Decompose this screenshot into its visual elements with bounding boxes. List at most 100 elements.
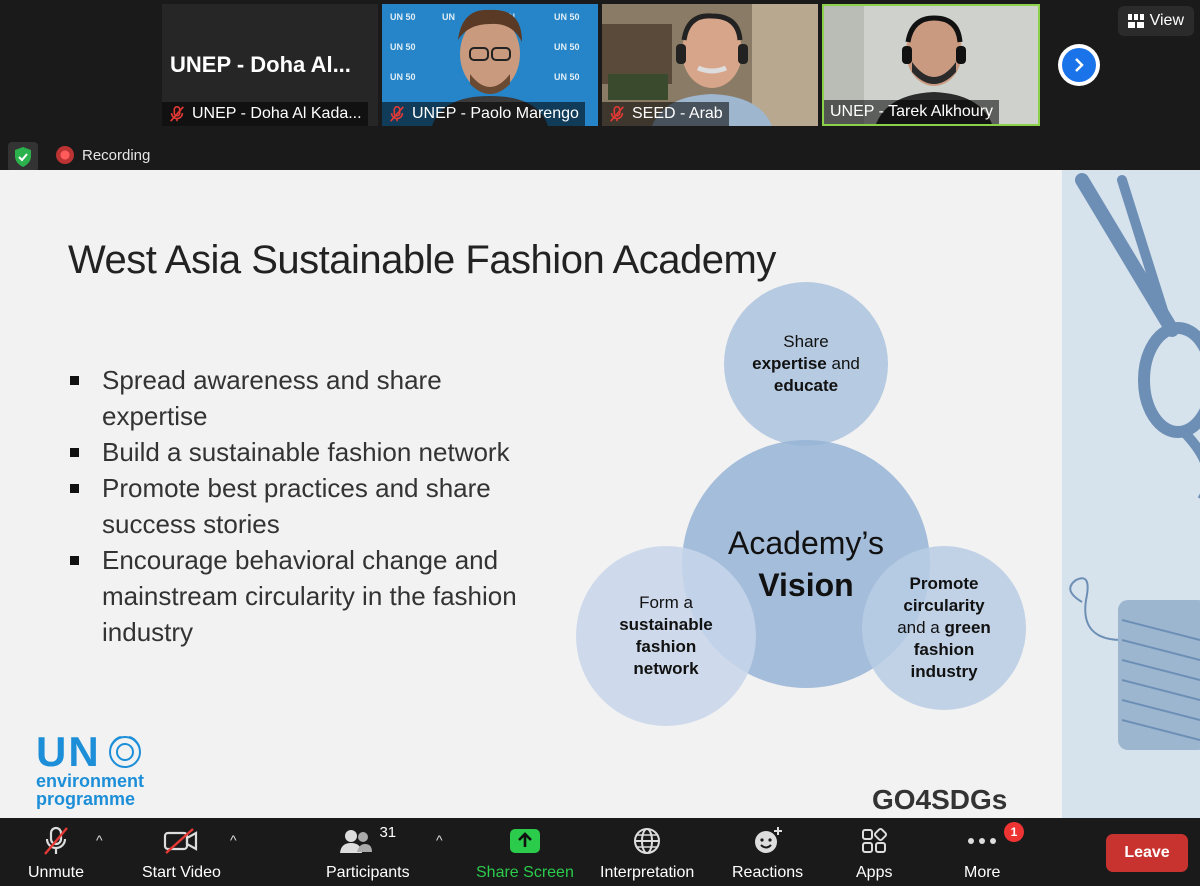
more-button[interactable]: More [964, 824, 1000, 882]
globe-icon [632, 824, 662, 858]
apps-label: Apps [856, 864, 893, 881]
leave-button[interactable]: Leave [1106, 834, 1188, 872]
apps-icon [860, 824, 888, 858]
video-off-icon [163, 824, 199, 858]
venn-text: and a [897, 618, 945, 637]
chevron-up-icon[interactable]: ^ [96, 832, 103, 848]
participant-tile[interactable]: UNEP - Doha Al... UNEP - Doha Al Kada... [162, 4, 378, 126]
participants-icon: 31 [339, 824, 396, 858]
view-label: View [1149, 12, 1184, 29]
bullet-item: Spread awareness and share expertise [68, 362, 548, 434]
venn-text: Share [783, 332, 829, 351]
venn-text-bold: fashion [635, 637, 697, 656]
svg-text:UN 50: UN 50 [554, 72, 580, 82]
venn-text-bold: circularity [903, 596, 985, 615]
view-button[interactable]: View [1117, 6, 1194, 36]
venn-text-bold: educate [773, 376, 839, 395]
participant-tile[interactable]: UN 50UN 50UN 50 UN 50UN 50UN 50 UNUN UNE… [382, 4, 598, 126]
share-screen-label: Share Screen [476, 864, 574, 881]
mic-muted-icon [41, 824, 71, 858]
svg-text:UN: UN [442, 12, 455, 22]
venn-text-bold: fashion [913, 640, 975, 659]
mic-muted-icon [610, 105, 624, 122]
svg-text:UN 50: UN 50 [390, 72, 416, 82]
more-label: More [964, 864, 1001, 881]
venn-text-bold: industry [910, 662, 978, 681]
venn-center-text: Academy’s [728, 525, 884, 561]
venn-circle-circularity: Promote circularity and a green fashion … [862, 546, 1026, 710]
vision-venn-diagram: Share expertise and educate Academy’s Vi… [570, 280, 1040, 726]
bullet-item: Build a sustainable fashion network [68, 434, 548, 470]
chevron-up-icon[interactable]: ^ [230, 832, 237, 848]
venn-circle-network: Form a sustainable fashion network [576, 546, 756, 726]
venn-text: Form a [639, 593, 693, 612]
participant-name-bar: UNEP - Doha Al Kada... [162, 102, 368, 126]
slide-decorative-panel [1062, 170, 1200, 818]
interpretation-button[interactable]: Interpretation [600, 824, 694, 882]
participants-count: 31 [379, 824, 397, 841]
venn-text-bold: network [633, 659, 699, 678]
shared-screen-slide: West Asia Sustainable Fashion Academy Sp… [0, 170, 1200, 818]
venn-text: and [826, 354, 860, 373]
participant-name-bar: SEED - Arab [602, 102, 729, 126]
interpretation-label: Interpretation [600, 864, 695, 881]
participant-name: UNEP - Doha Al Kada... [192, 105, 362, 122]
slide-title: West Asia Sustainable Fashion Academy [68, 238, 776, 282]
mic-muted-icon [170, 105, 184, 122]
participant-name: UNEP - Paolo Marengo [412, 105, 579, 122]
venn-circle-share-expertise: Share expertise and educate [724, 282, 888, 446]
security-shield-icon[interactable] [8, 142, 38, 172]
svg-text:UN 50: UN 50 [554, 42, 580, 52]
bullet-list: Spread awareness and share expertise Bui… [68, 362, 548, 650]
participant-name-bar: UNEP - Paolo Marengo [382, 102, 585, 126]
apps-button[interactable]: Apps [856, 824, 892, 882]
bullet-item: Encourage behavioral change and mainstre… [68, 542, 548, 650]
video-strip: UNEP - Doha Al... UNEP - Doha Al Kada...… [0, 0, 1200, 132]
participant-name: SEED - Arab [632, 105, 723, 122]
notification-badge: 1 [1004, 822, 1024, 842]
reactions-label: Reactions [732, 864, 804, 881]
unmute-label: Unmute [28, 864, 85, 881]
unep-text-line1: environment [36, 771, 145, 791]
venn-text-bold: Promote [909, 574, 979, 593]
participant-tile-active-speaker[interactable]: UNEP - Tarek Alkhoury [822, 4, 1040, 126]
participants-label: Participants [326, 864, 410, 881]
unep-logo: UN environment programme [36, 728, 145, 809]
reactions-button[interactable]: Reactions [732, 824, 803, 882]
grid-icon [1127, 14, 1144, 28]
recording-indicator[interactable]: Recording [56, 146, 150, 164]
participant-name-bar: UNEP - Tarek Alkhoury [824, 100, 1000, 124]
unmute-button[interactable]: Unmute [28, 824, 84, 882]
un-emblem-icon [108, 736, 141, 768]
svg-text:UN 50: UN 50 [390, 42, 416, 52]
chevron-right-icon [1062, 48, 1096, 82]
more-dots-icon [967, 824, 997, 858]
unep-text-line2: programme [36, 789, 136, 809]
scissors-thread-illustration [1062, 170, 1200, 818]
smiley-icon [752, 824, 784, 858]
meeting-toolbar: Unmute ^ Start Video ^ 31 Participants ^… [0, 818, 1200, 886]
zoom-meeting-window: UNEP - Doha Al... UNEP - Doha Al Kada...… [0, 0, 1200, 886]
svg-text:UN 50: UN 50 [554, 12, 580, 22]
start-video-button[interactable]: Start Video [142, 824, 221, 882]
svg-text:UN 50: UN 50 [390, 12, 416, 22]
share-screen-button[interactable]: Share Screen [476, 824, 574, 882]
venn-text-bold: expertise [752, 354, 827, 373]
chevron-up-icon[interactable]: ^ [436, 832, 443, 848]
next-page-button[interactable] [1058, 44, 1100, 86]
venn-text-bold: green [944, 618, 991, 637]
recording-label: Recording [82, 146, 151, 164]
start-video-label: Start Video [142, 864, 221, 881]
venn-text-bold: sustainable [619, 615, 713, 634]
participant-tile[interactable]: SEED - Arab [602, 4, 818, 126]
venn-center-text-bold: Vision [758, 567, 854, 603]
participant-display-name: UNEP - Doha Al... [170, 52, 351, 77]
share-screen-icon [509, 824, 541, 858]
participant-name: UNEP - Tarek Alkhoury [830, 103, 994, 120]
bullet-item: Promote best practices and share success… [68, 470, 548, 542]
participants-button[interactable]: 31 Participants [326, 824, 410, 882]
un-logo-text: UN [36, 728, 101, 775]
record-dot-icon [56, 146, 74, 164]
mic-muted-icon [390, 105, 404, 122]
go4sdgs-logo: GO4SDGs [872, 784, 1008, 815]
